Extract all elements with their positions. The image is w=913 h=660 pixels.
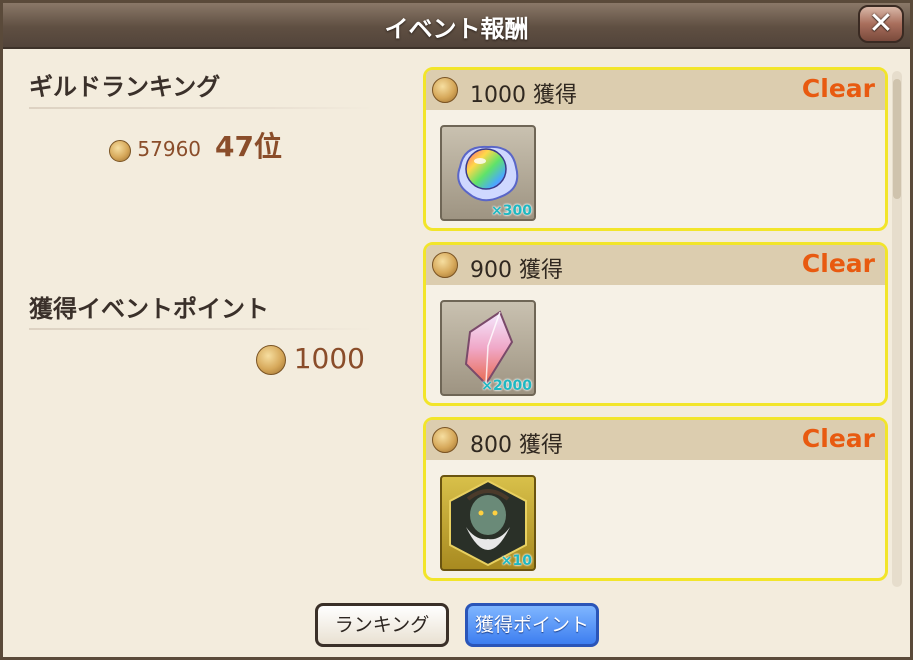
guild-rank-value: 47位 — [215, 130, 282, 163]
divider — [29, 328, 373, 330]
coin-icon — [432, 427, 458, 453]
close-button[interactable]: ✕ — [858, 5, 904, 43]
reward-threshold: 900 獲得 — [470, 258, 563, 283]
coin-icon — [432, 252, 458, 278]
clear-badge: Clear — [801, 249, 875, 278]
item-quantity: ×2000 — [481, 378, 532, 394]
guild-points-value: 57960 — [137, 137, 202, 161]
coin-icon — [432, 77, 458, 103]
ranking-tab-button[interactable]: ランキング — [315, 603, 449, 647]
window-title: イベント報酬 — [384, 15, 529, 43]
reward-list-scrollbar[interactable] — [892, 71, 902, 587]
item-quantity: ×300 — [491, 203, 532, 219]
points-tab-button[interactable]: 獲得ポイント — [465, 603, 599, 647]
event-points-display: 1000 — [255, 342, 365, 375]
coin-icon — [109, 139, 132, 162]
reward-card-header: 800 獲得 Clear — [426, 420, 885, 460]
item-quantity: ×10 — [500, 553, 532, 569]
divider — [29, 107, 373, 109]
guild-ranking-score: 57960 47位 — [109, 125, 282, 165]
reward-threshold: 1000 獲得 — [470, 83, 577, 108]
clear-badge: Clear — [801, 424, 875, 453]
reward-item-slot[interactable]: ×300 — [440, 125, 536, 221]
coin-icon — [255, 345, 286, 375]
titlebar: イベント報酬 ✕ — [3, 3, 910, 49]
reward-card[interactable]: 1000 獲得 Clear ×300 — [423, 67, 888, 231]
event-points-heading: 獲得イベントポイント — [29, 295, 269, 323]
scrollbar-thumb[interactable] — [893, 79, 901, 199]
close-icon: ✕ — [868, 6, 894, 41]
event-points-value: 1000 — [293, 342, 365, 375]
reward-threshold: 800 獲得 — [470, 433, 563, 458]
guild-ranking-heading: ギルドランキング — [29, 73, 221, 101]
reward-card-header: 1000 獲得 Clear — [426, 70, 885, 110]
reward-card[interactable]: 900 獲得 Clear ×2000 — [423, 242, 888, 406]
clear-badge: Clear — [801, 74, 875, 103]
reward-card[interactable]: 800 獲得 Clear ×10 — [423, 417, 888, 581]
reward-item-slot[interactable]: ×10 — [440, 475, 536, 571]
reward-card-header: 900 獲得 Clear — [426, 245, 885, 285]
reward-item-slot[interactable]: ×2000 — [440, 300, 536, 396]
event-reward-window: イベント報酬 ✕ ギルドランキング 57960 47位 獲得イベントポイント 10… — [0, 0, 913, 660]
